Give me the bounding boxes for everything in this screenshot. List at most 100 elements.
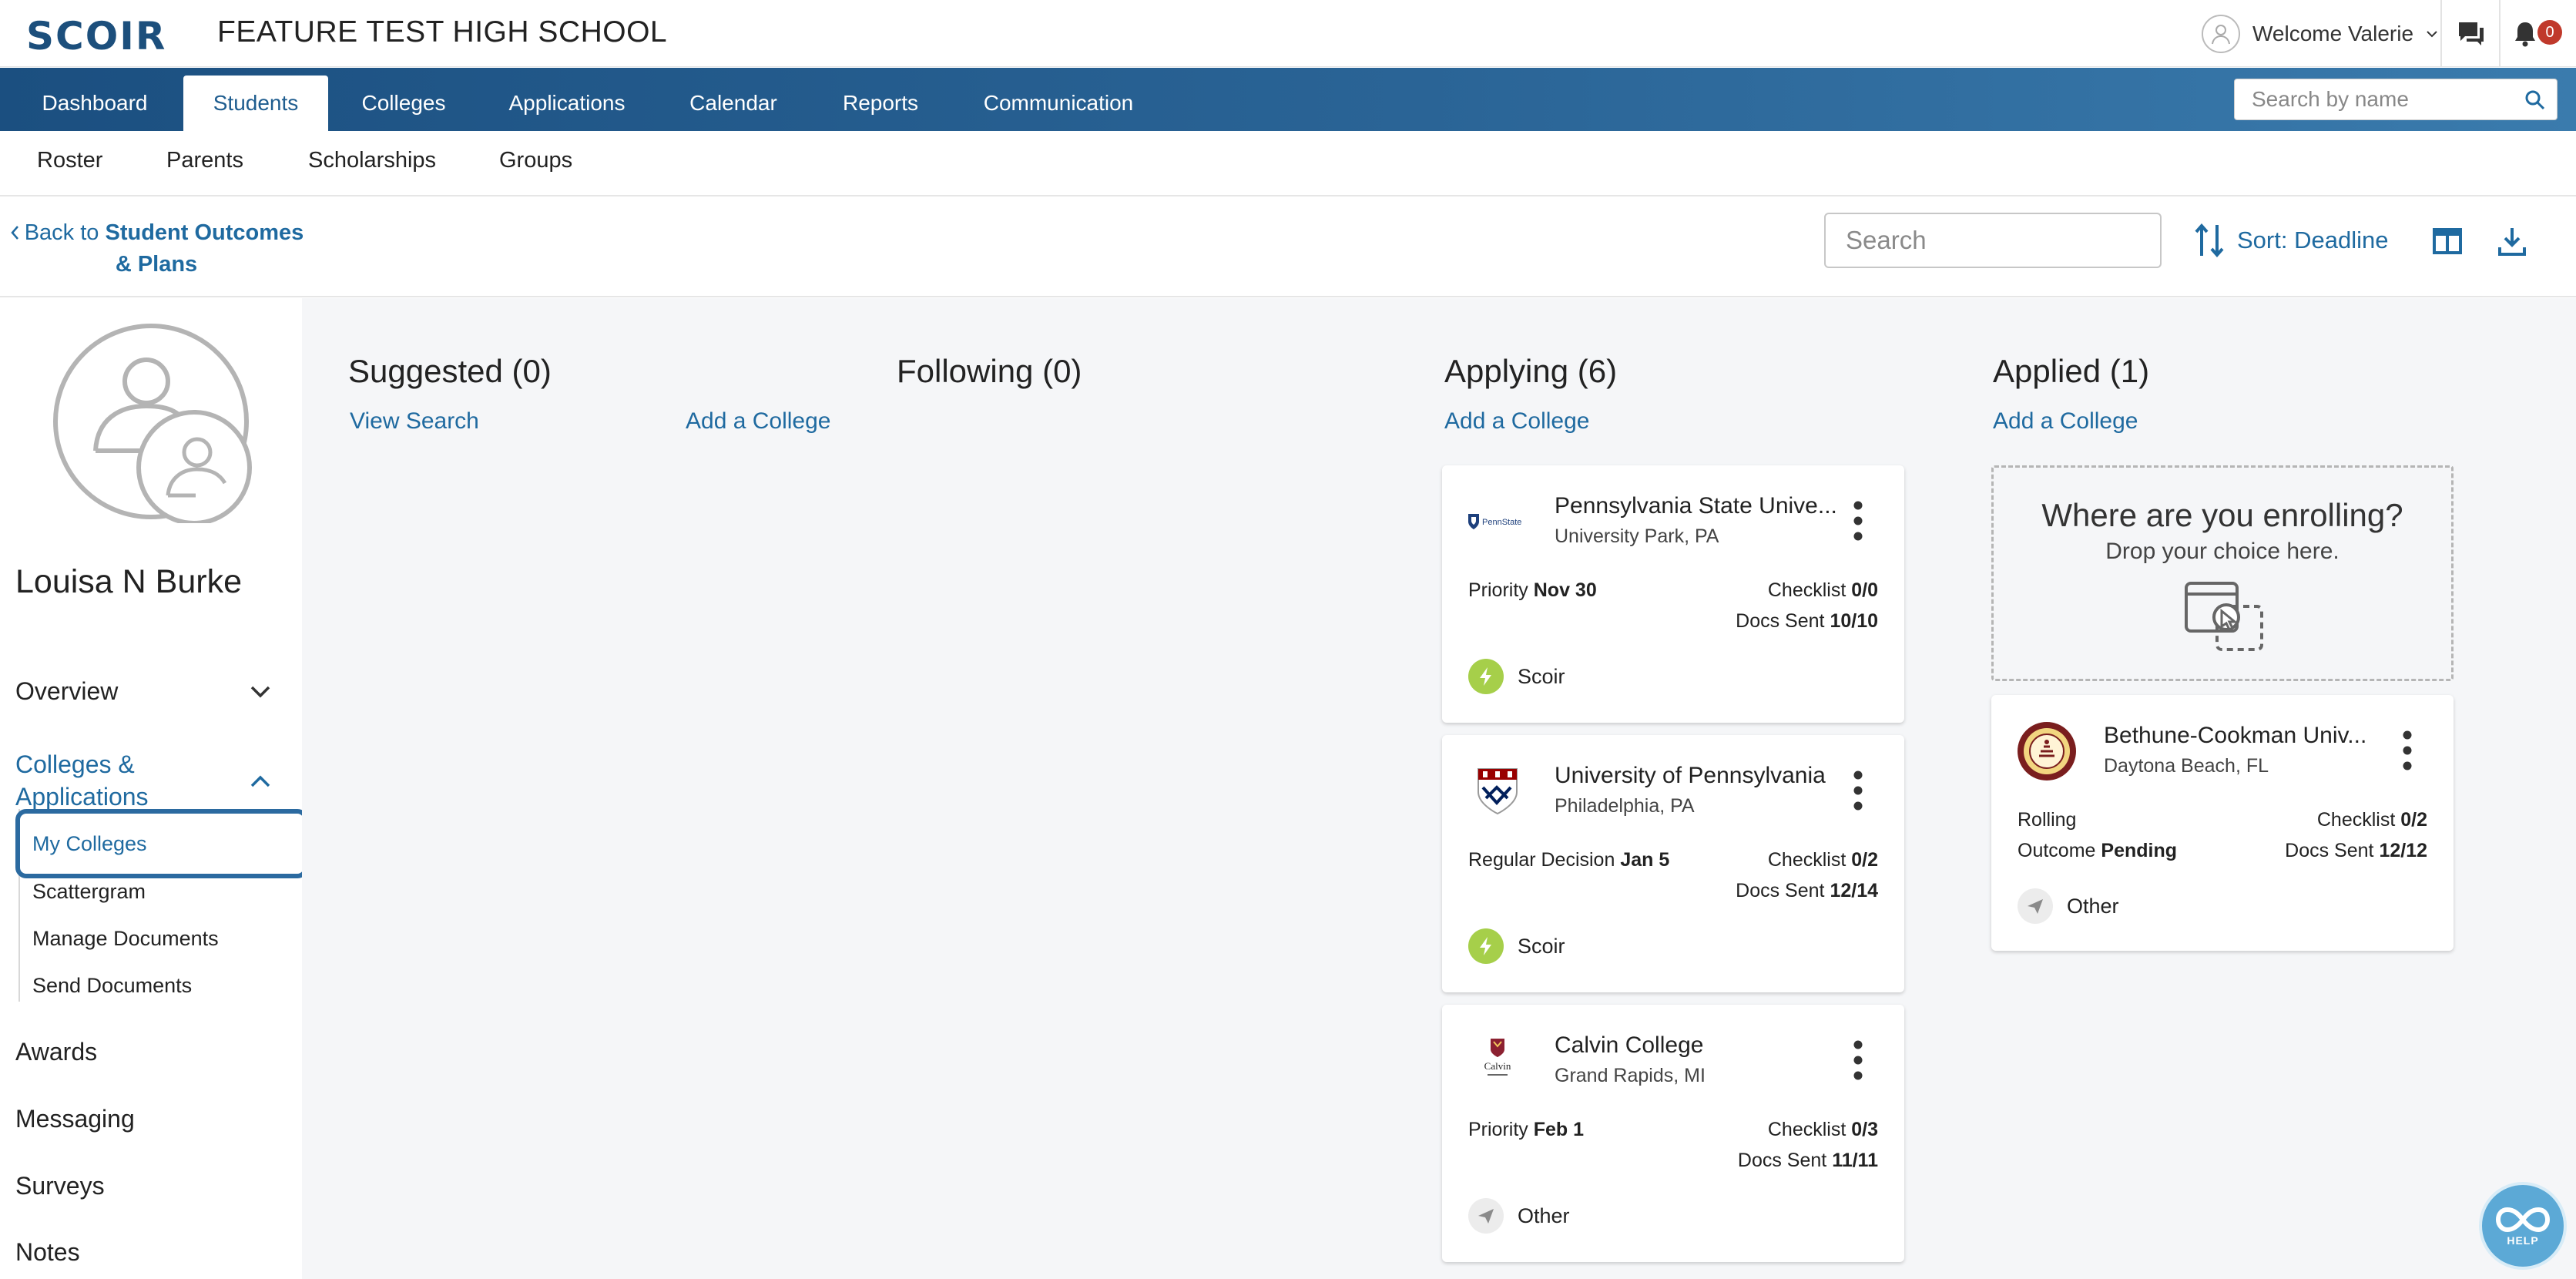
- dropzone-subtitle: Drop your choice here.: [2105, 539, 2340, 564]
- checklist-value: 0/3: [1851, 1119, 1878, 1140]
- docs-sent-status: Docs Sent 12/12: [2285, 840, 2427, 862]
- more-options-icon[interactable]: [1853, 501, 1863, 541]
- method-label: Scoir: [1518, 664, 1565, 688]
- docs-sent-status: Docs Sent 10/10: [1736, 610, 1878, 633]
- download-icon[interactable]: [2494, 223, 2530, 259]
- sort-label: Sort: Deadline: [2237, 227, 2389, 253]
- college-name[interactable]: Pennsylvania State Unive...: [1555, 493, 1837, 519]
- student-sidebar: Louisa N Burke Overview Colleges & Appli…: [0, 298, 308, 1279]
- columns-view-icon[interactable]: [2430, 223, 2465, 259]
- checklist-status: Checklist 0/2: [1768, 849, 1878, 871]
- sidebar-item-overview[interactable]: Overview: [15, 677, 118, 706]
- user-menu[interactable]: Welcome Valerie: [2202, 14, 2438, 54]
- checklist-label: Checklist: [2316, 809, 2396, 831]
- sidebar-item-scattergram[interactable]: Scattergram: [32, 880, 146, 904]
- college-location: University Park, PA: [1555, 525, 1719, 547]
- college-search-input[interactable]: Search: [1824, 213, 2162, 268]
- help-button[interactable]: HELP: [2479, 1182, 2567, 1270]
- divider: [2440, 0, 2442, 67]
- main-nav: Dashboard Students Colleges Applications…: [0, 68, 2576, 131]
- more-options-icon[interactable]: [2403, 730, 2412, 770]
- applying-add-college-link[interactable]: Add a College: [1444, 408, 1589, 435]
- sub-nav: Roster Parents Scholarships Groups: [0, 131, 2576, 196]
- college-location: Daytona Beach, FL: [2104, 755, 2269, 777]
- chevron-up-icon[interactable]: [250, 774, 271, 788]
- school-name: FEATURE TEST HIGH SCHOOL: [217, 15, 668, 49]
- suggested-add-college-link[interactable]: Add a College: [686, 408, 830, 435]
- college-card[interactable]: University of Pennsylvania Philadelphia,…: [1442, 735, 1904, 992]
- sidebar-item-my-colleges[interactable]: My Colleges: [32, 832, 147, 856]
- college-name[interactable]: Calvin College: [1555, 1032, 1703, 1059]
- enrollment-dropzone[interactable]: Where are you enrolling? Drop your choic…: [1991, 465, 2454, 681]
- more-options-icon[interactable]: [1853, 1040, 1863, 1080]
- checklist-status: Checklist 0/3: [1768, 1119, 1878, 1141]
- docs-sent-label: Docs Sent: [2285, 840, 2374, 861]
- scoir-logo[interactable]: SCOIR: [26, 14, 166, 59]
- paper-plane-icon: [1468, 1198, 1504, 1234]
- tab-dashboard[interactable]: Dashboard: [22, 76, 168, 131]
- college-name[interactable]: University of Pennsylvania: [1555, 763, 1826, 789]
- messages-icon[interactable]: [2454, 17, 2488, 51]
- subnav-scholarships[interactable]: Scholarships: [308, 148, 436, 173]
- outcome-value: Pending: [2101, 840, 2177, 861]
- deadline: Priority Nov 30: [1468, 579, 1597, 602]
- subnav-groups[interactable]: Groups: [499, 148, 572, 173]
- sidebar-item-messaging[interactable]: Messaging: [15, 1105, 135, 1133]
- docs-sent-label: Docs Sent: [1736, 610, 1825, 632]
- tab-communication[interactable]: Communication: [963, 76, 1154, 131]
- applied-add-college-link[interactable]: Add a College: [1993, 408, 2138, 435]
- college-location: Grand Rapids, MI: [1555, 1065, 1706, 1086]
- tab-applications[interactable]: Applications: [490, 76, 644, 131]
- deadline: Priority Feb 1: [1468, 1119, 1584, 1141]
- sidebar-item-manage-documents[interactable]: Manage Documents: [32, 927, 219, 951]
- following-column-title: Following (0): [897, 353, 1082, 389]
- tab-calendar[interactable]: Calendar: [667, 76, 800, 131]
- board-toolbar: Back to Student Outcomes & Plans Search …: [0, 197, 2576, 297]
- method-label: Other: [2067, 894, 2119, 918]
- more-options-icon[interactable]: [1853, 770, 1863, 811]
- user-avatar-icon: [2202, 15, 2240, 53]
- bethune-cookman-seal-icon: [2014, 722, 2079, 780]
- back-link[interactable]: Back to Student Outcomes & Plans: [6, 217, 307, 280]
- checklist-status: Checklist 0/2: [2317, 809, 2427, 831]
- applied-column-title: Applied (1): [1993, 353, 2150, 389]
- sidebar-item-colleges-applications[interactable]: Colleges & Applications: [15, 748, 193, 813]
- sidebar-item-surveys[interactable]: Surveys: [15, 1172, 105, 1200]
- scoir-bolt-icon: [1468, 659, 1504, 694]
- paper-plane-icon: [2018, 888, 2053, 924]
- student-name: Louisa N Burke: [15, 563, 242, 600]
- subnav-parents[interactable]: Parents: [166, 148, 243, 173]
- college-card[interactable]: Calvin Calvin College Grand Rapids, MI P…: [1442, 1005, 1904, 1262]
- calvin-logo: Calvin: [1465, 1034, 1530, 1088]
- college-card[interactable]: PennState Pennsylvania State Unive... Un…: [1442, 465, 1904, 723]
- search-icon[interactable]: [2524, 89, 2546, 116]
- name-search-input[interactable]: Search by name: [2234, 79, 2558, 120]
- applying-column-title: Applying (6): [1444, 353, 1618, 389]
- checklist-value: 0/2: [2400, 809, 2427, 831]
- college-name[interactable]: Bethune-Cookman Univ...: [2104, 723, 2366, 749]
- docs-sent-label: Docs Sent: [1736, 880, 1825, 901]
- outcome: Outcome Pending: [2018, 840, 2177, 862]
- deadline-type: Priority: [1468, 1119, 1528, 1140]
- deadline: Regular Decision Jan 5: [1468, 849, 1669, 871]
- chevron-left-icon: [11, 226, 18, 240]
- notification-badge: 0: [2537, 20, 2562, 45]
- submission-method: Other: [2018, 888, 2119, 925]
- sidebar-item-notes[interactable]: Notes: [15, 1238, 80, 1267]
- chevron-down-icon[interactable]: [250, 685, 271, 699]
- sidebar-item-awards[interactable]: Awards: [15, 1038, 97, 1066]
- checklist-label: Checklist: [1767, 579, 1846, 601]
- deadline-type: Rolling: [2018, 809, 2077, 831]
- sort-button[interactable]: Sort: Deadline: [2194, 220, 2388, 260]
- subnav-roster[interactable]: Roster: [37, 148, 102, 173]
- deadline-date: Feb 1: [1533, 1119, 1585, 1140]
- chevron-down-icon: [2427, 31, 2437, 38]
- tab-students[interactable]: Students: [183, 76, 328, 131]
- suggested-column-title: Suggested (0): [348, 353, 552, 389]
- penn-state-logo-text: PennState: [1482, 518, 1521, 527]
- tab-reports[interactable]: Reports: [823, 76, 938, 131]
- tab-colleges[interactable]: Colleges: [344, 76, 464, 131]
- sidebar-item-send-documents[interactable]: Send Documents: [32, 974, 192, 998]
- view-search-link[interactable]: View Search: [350, 408, 479, 435]
- college-card[interactable]: Bethune-Cookman Univ... Daytona Beach, F…: [1991, 695, 2454, 951]
